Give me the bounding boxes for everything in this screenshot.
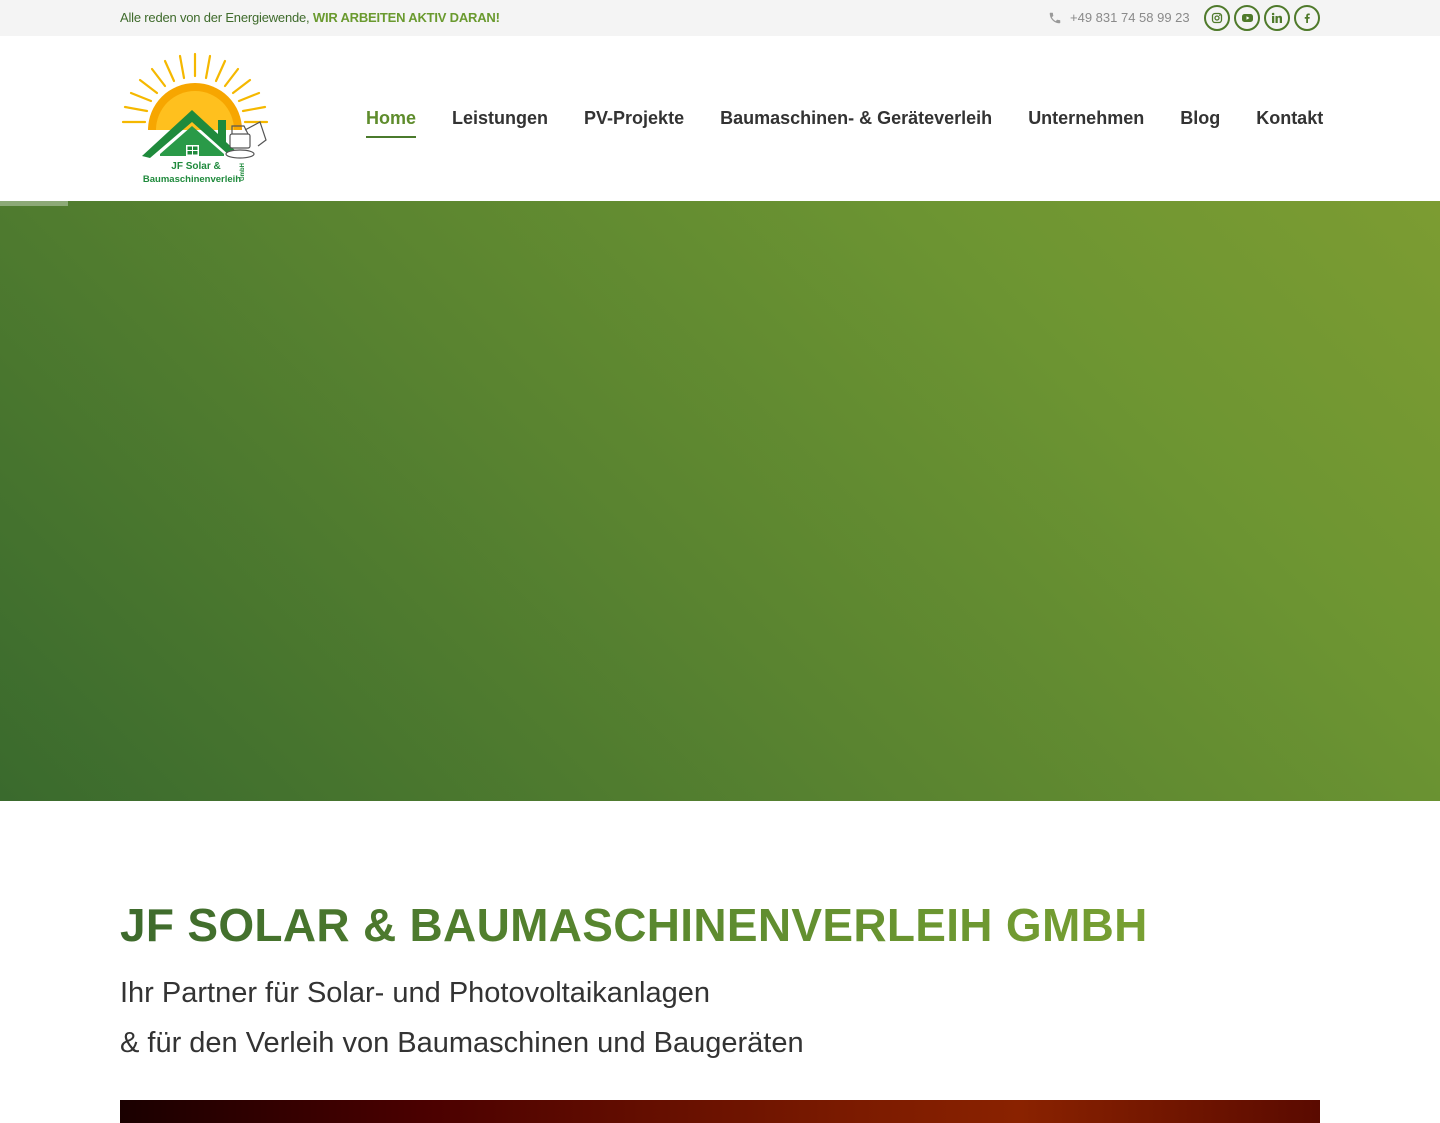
nav-item-leistungen[interactable]: Leistungen bbox=[452, 108, 548, 133]
logo-line2: Baumaschinenverleih bbox=[143, 174, 241, 185]
nav-item-unternehmen[interactable]: Unternehmen bbox=[1028, 108, 1144, 133]
tagline: Alle reden von der Energiewende, WIR ARB… bbox=[120, 10, 500, 25]
nav-item-pv-projekte[interactable]: PV-Projekte bbox=[584, 108, 684, 133]
logo-line1: JF Solar & bbox=[171, 161, 220, 172]
intro-title: JF SOLAR & BAUMASCHINENVERLEIH GMBH bbox=[120, 899, 1148, 951]
main-navigation: Home Leistungen PV-Projekte Baumaschinen… bbox=[366, 108, 1323, 138]
facebook-icon[interactable] bbox=[1294, 5, 1320, 31]
nav-item-home[interactable]: Home bbox=[366, 108, 417, 138]
phone-icon bbox=[1049, 12, 1061, 23]
youtube-icon[interactable] bbox=[1234, 5, 1260, 31]
tagline-highlight: WIR ARBEITEN AKTIV DARAN! bbox=[312, 10, 500, 25]
top-bar: Alle reden von der Energiewende, WIR ARB… bbox=[0, 0, 1440, 36]
nav-item-geraeteverleih[interactable]: Baumaschinen- & Geräteverleih bbox=[720, 108, 992, 133]
instagram-icon[interactable] bbox=[1204, 5, 1230, 31]
slider-progress-bar bbox=[0, 201, 68, 206]
phone-contact[interactable]: +49 831 74 58 99 23 bbox=[1048, 10, 1190, 25]
social-links bbox=[1204, 5, 1320, 31]
phone-number: +49 831 74 58 99 23 bbox=[1070, 10, 1190, 25]
nav-item-kontakt[interactable]: Kontakt bbox=[1256, 108, 1323, 133]
intro-line-verleih: & für den Verleih von Baumaschinen und B… bbox=[120, 1027, 804, 1059]
linkedin-icon[interactable] bbox=[1264, 5, 1290, 31]
video-banner[interactable] bbox=[120, 1100, 1320, 1123]
intro-line-solar: Ihr Partner für Solar- und Photovoltaika… bbox=[120, 977, 711, 1009]
hero-slider[interactable] bbox=[0, 201, 1440, 801]
tagline-prefix: Alle reden von der Energiewende, bbox=[120, 10, 313, 25]
logo-suffix: GmbH bbox=[240, 163, 246, 181]
company-logo[interactable]: JF Solar & Baumaschinenverleih GmbH bbox=[120, 50, 270, 186]
site-header: JF Solar & Baumaschinenverleih GmbH Home… bbox=[0, 36, 1440, 201]
nav-item-blog[interactable]: Blog bbox=[1180, 108, 1220, 133]
